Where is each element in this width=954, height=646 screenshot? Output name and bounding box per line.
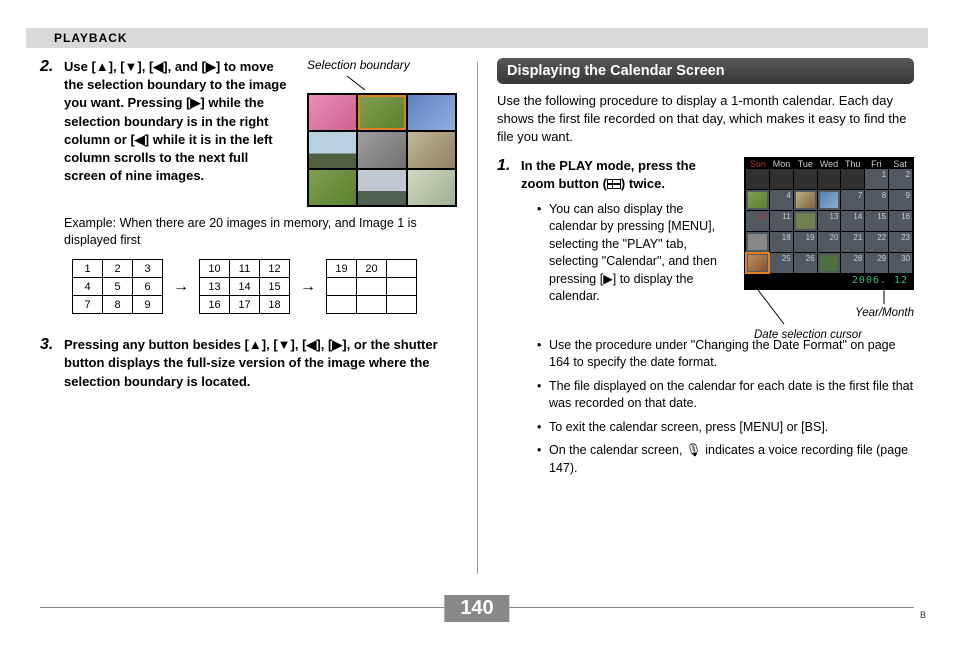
note-4: To exit the calendar screen, press [MENU… [537,419,914,437]
corner-mark: B [920,610,926,620]
arrow-right-icon: → [173,278,189,296]
thumbnail-grid [307,93,457,207]
table-a: 123 456 789 [72,259,163,314]
section-header-bar: PLAYBACK [26,28,928,48]
thumb-4 [309,132,356,167]
step-1-number: 1. [497,157,521,175]
note-5: On the calendar screen, 🎙 indicates a vo… [537,442,914,477]
thumb-1 [309,95,356,130]
page-number: 140 [444,595,509,622]
scroll-example-tables: 123 456 789 → 101112 131415 161718 → 192… [72,259,457,314]
zoom-grid-icon [607,179,621,189]
step-2: 2. Use [▲], [▼], [◀], and [▶] to move th… [40,58,293,185]
step-3-text: Pressing any button besides [▲], [▼], [◀… [64,336,457,391]
table-b: 101112 131415 161718 [199,259,290,314]
step-1-notes: You can also display the calendar by pre… [537,201,730,306]
left-column: 2. Use [▲], [▼], [◀], and [▶] to move th… [40,58,457,576]
thumb-9 [408,170,455,205]
additional-notes: Use the procedure under "Changing the Da… [537,337,914,478]
thumb-8 [358,170,405,205]
step-1-text: In the PLAY mode, press the zoom button … [521,157,730,193]
calendar-section-header: Displaying the Calendar Screen [497,58,914,84]
step-2-text: Use [▲], [▼], [◀], and [▶] to move the s… [64,58,293,185]
selection-boundary-caption: Selection boundary [307,58,457,72]
step-3-number: 3. [40,336,64,354]
step-2-number: 2. [40,58,64,76]
section-header-text: PLAYBACK [54,31,128,45]
caption-pointer-line [307,76,457,90]
content-area: 2. Use [▲], [▼], [◀], and [▶] to move th… [40,58,914,576]
year-month-label: Year/Month [855,307,914,319]
thumb-2-selected [358,95,405,130]
calendar-intro: Use the following procedure to display a… [497,92,914,147]
right-column: Displaying the Calendar Screen Use the f… [497,58,914,576]
note-2: Use the procedure under "Changing the Da… [537,337,914,372]
thumb-5 [358,132,405,167]
step-1: 1. In the PLAY mode, press the zoom butt… [497,157,730,193]
calendar-weekday-header: SunMonTueWedThuFriSat [746,159,912,169]
calendar-year-month: 2006. 12 [746,273,912,288]
step-3: 3. Pressing any button besides [▲], [▼],… [40,336,457,391]
example-text: Example: When there are 20 images in mem… [64,215,457,249]
arrow-right-icon: → [300,278,316,296]
note-1: You can also display the calendar by pre… [537,201,730,306]
thumb-6 [408,132,455,167]
calendar-cursor-cell [746,253,769,273]
calendar-grid: 12 4789 101113141516 181920212223 252628… [746,169,912,273]
calendar-screen: SunMonTueWedThuFriSat 12 4789 1011131415… [744,157,914,290]
table-c: 1920 [326,259,417,314]
note-3: The file displayed on the calendar for e… [537,378,914,413]
thumb-7 [309,170,356,205]
thumb-3 [408,95,455,130]
